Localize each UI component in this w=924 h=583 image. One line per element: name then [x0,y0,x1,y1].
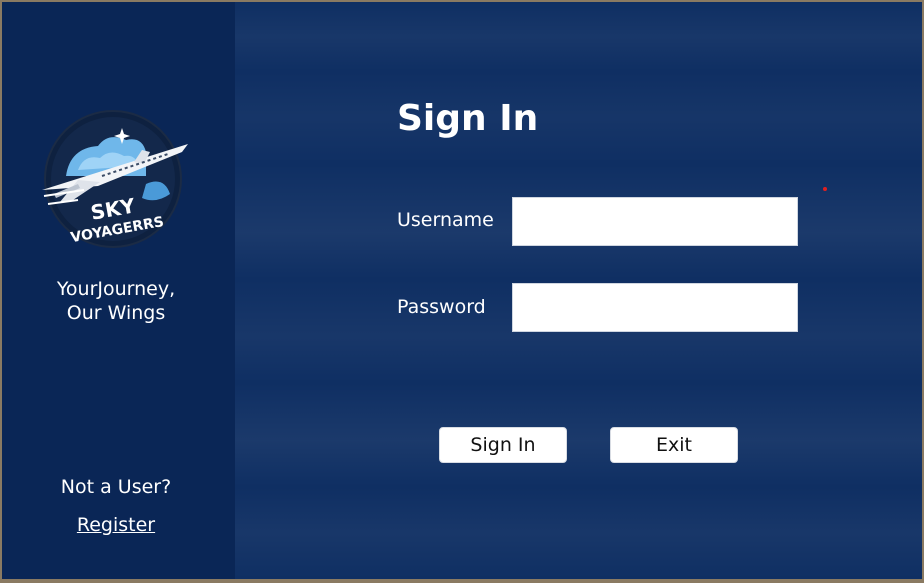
red-dot-marker [823,187,827,191]
page-title: Sign In [397,98,539,139]
tagline-line-1: YourJourney, [56,278,176,300]
sign-in-panel: Sign In Username Password Sign In Exit [235,2,922,579]
sign-in-button[interactable]: Sign In [439,427,567,463]
exit-button[interactable]: Exit [610,427,738,463]
sky-voyagerrs-logo: SKY VOYAGERRS [42,110,188,248]
password-label: Password [397,296,486,318]
register-link[interactable]: Register [2,514,230,536]
username-input[interactable] [512,197,798,246]
sidebar: SKY VOYAGERRS YourJourney, Our Wings Not… [2,2,235,579]
password-input[interactable] [512,283,798,332]
login-window: SKY VOYAGERRS YourJourney, Our Wings Not… [2,2,922,579]
tagline: YourJourney, Our Wings [2,277,230,325]
not-a-user-text: Not a User? [60,476,172,498]
tagline-line-2: Our Wings [66,302,166,324]
username-label: Username [397,209,494,231]
